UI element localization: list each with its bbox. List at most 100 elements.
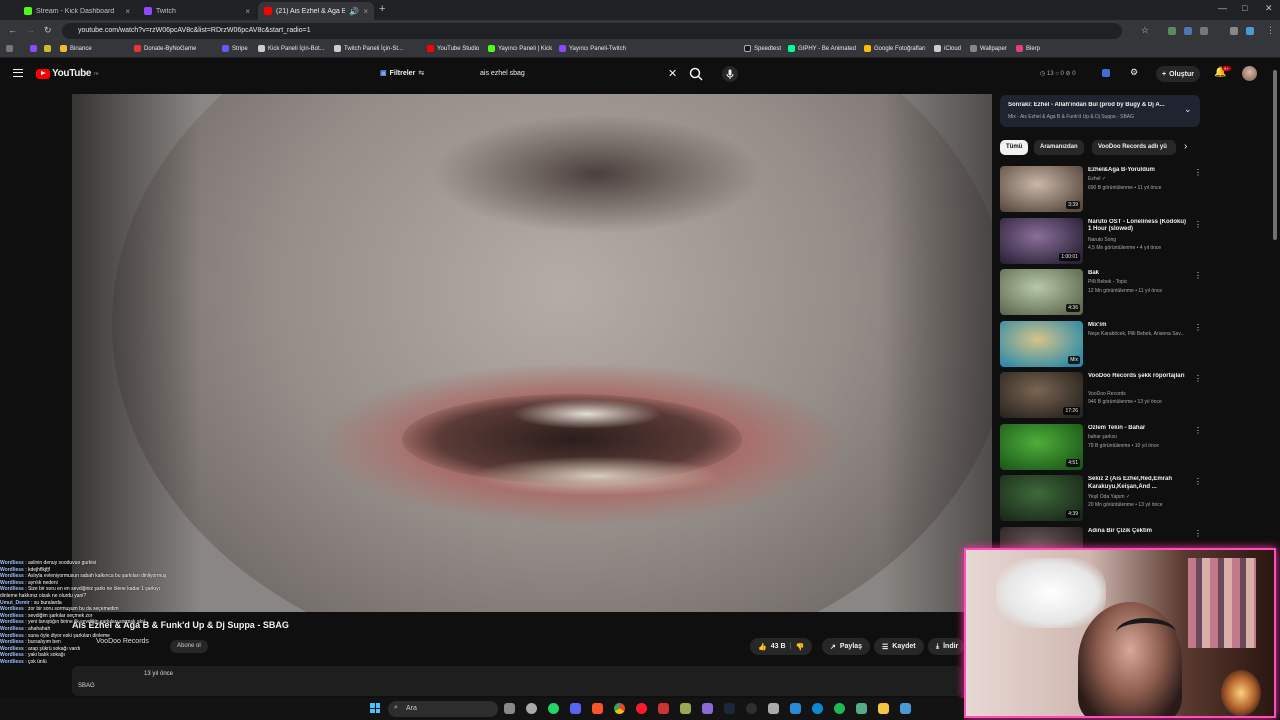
bookmark-twitch-panel[interactable]: Twitch Paneli İçin-St...	[334, 45, 403, 52]
cast-icon[interactable]	[1102, 69, 1110, 77]
steam-icon[interactable]	[724, 703, 735, 714]
close-icon[interactable]: ×	[245, 7, 250, 16]
close-window-button[interactable]: ✕	[1265, 3, 1273, 14]
video-title[interactable]: Naruto OST - Loneliness (Kodoku) 1 Hour …	[1088, 219, 1188, 234]
chip-all[interactable]: Tümü	[1000, 140, 1029, 155]
bookmark-giphy[interactable]: GIPHY - Be Animated	[788, 45, 856, 52]
settings-icon[interactable]: ⚙	[1130, 67, 1138, 78]
channel-name[interactable]: Yeşil Oda Yapım ✓	[1088, 494, 1130, 500]
microphone-icon[interactable]	[722, 66, 738, 82]
chevron-right-icon[interactable]: ›	[1184, 141, 1187, 152]
create-button[interactable]: + Oluştur	[1156, 66, 1200, 82]
maximize-button[interactable]: □	[1242, 3, 1247, 13]
video-thumbnail[interactable]: 4:51	[1000, 423, 1083, 470]
recommended-video[interactable]: 3:39 Ezhel&Aga B-Yoruldum Ezhel ✓ 690 B gör…	[1000, 166, 1202, 214]
back-button[interactable]: ←	[8, 25, 17, 35]
extension-icon[interactable]	[1200, 27, 1208, 35]
bookmark-stripe[interactable]: Stripe	[222, 45, 248, 52]
forward-button[interactable]: →	[26, 25, 35, 35]
whatsapp-icon[interactable]	[548, 703, 559, 714]
bookmark-wallpaper[interactable]: Wallpaper	[970, 45, 1007, 52]
speaker-icon[interactable]: 🔊	[349, 7, 359, 16]
channel-name[interactable]: Pilli Bebek - Topic	[1088, 279, 1127, 285]
url-input[interactable]: youtube.com/watch?v=rzW06pcAV8c&list=RDr…	[62, 23, 1122, 39]
chip-channel[interactable]: VooDoo Records adlı yü	[1092, 140, 1176, 155]
video-title[interactable]: Adına Bir Çizik Çektim	[1088, 528, 1188, 536]
channel-name[interactable]: Neşe Karaböcek, Pilli Bebek, Arianna Sav…	[1088, 331, 1185, 337]
bookmark-blerp[interactable]: Blerp	[1016, 45, 1040, 52]
reload-button[interactable]: ↻	[44, 25, 52, 36]
spotify-icon[interactable]	[834, 703, 845, 714]
more-options-icon[interactable]: ⋮	[1194, 529, 1202, 538]
menu-icon[interactable]: ⋮	[1266, 25, 1275, 36]
youtube-logo[interactable]: YouTube TR	[36, 68, 99, 79]
extension-icon[interactable]	[1168, 27, 1176, 35]
app-icon[interactable]	[658, 703, 669, 714]
more-options-icon[interactable]: ⋮	[1194, 271, 1202, 280]
edge-icon[interactable]	[812, 703, 823, 714]
minimize-button[interactable]: —	[1218, 3, 1227, 13]
bookmark-donate[interactable]: Donate-ByNoGame	[134, 45, 196, 52]
new-tab-button[interactable]: +	[379, 3, 385, 15]
recommended-video[interactable]: 4:51 Özlem Tekin - Bahar bahar şarkısı 79 B…	[1000, 423, 1202, 472]
tab-kick[interactable]: Stream - Kick Dashboard ×	[18, 2, 136, 20]
extension-icon[interactable]	[1246, 27, 1254, 35]
task-view-icon[interactable]	[504, 703, 515, 714]
download-button[interactable]: ⤓ İndir	[928, 638, 964, 655]
close-icon[interactable]: ×	[125, 7, 130, 16]
more-options-icon[interactable]: ⋮	[1194, 477, 1202, 486]
bookmark-icon[interactable]	[30, 45, 37, 52]
scrollbar[interactable]	[1273, 70, 1277, 240]
thumbs-down-icon[interactable]: 👎	[795, 643, 804, 651]
bookmark-twitch-panel-2[interactable]: Yayıncı Paneli-Twitch	[559, 45, 626, 52]
extension-icon[interactable]	[1184, 27, 1192, 35]
recommended-video[interactable]: 1:00:01 Naruto OST - Loneliness (Kodoku) …	[1000, 217, 1202, 266]
share-button[interactable]: ↗ Paylaş	[822, 638, 871, 655]
video-title[interactable]: Ezhel&Aga B-Yoruldum	[1088, 167, 1188, 175]
video-title[interactable]: Sekiz 2 (Ais Ezhel,Red,Emrah Karakuyu,Ke…	[1088, 476, 1188, 491]
video-title[interactable]: VooDoo Records şəkk röportajları	[1088, 373, 1188, 381]
menu-hamburger-icon[interactable]	[13, 69, 23, 77]
apps-icon[interactable]	[6, 45, 13, 52]
video-thumbnail[interactable]: 17:26	[1000, 372, 1083, 418]
channel-name[interactable]: Naruto Song	[1088, 237, 1116, 243]
app-icon[interactable]	[856, 703, 867, 714]
windows-start-icon[interactable]	[370, 703, 380, 713]
bookmark-icloud[interactable]: iCloud	[934, 45, 961, 52]
more-options-icon[interactable]: ⋮	[1194, 323, 1202, 332]
bookmark-icon[interactable]	[44, 45, 51, 52]
chip-from-search[interactable]: Aramanızdan	[1034, 140, 1084, 155]
app-icon[interactable]	[900, 703, 911, 714]
like-button[interactable]: 👍 43 B | 👎	[750, 638, 813, 655]
search-input[interactable]: ais ezhel sbag	[472, 65, 684, 83]
settings-icon[interactable]	[526, 703, 537, 714]
bookmark-kick-bot[interactable]: Kick Paneli İçin-Bot...	[258, 45, 325, 52]
video-thumbnail[interactable]: 4:39	[1000, 475, 1083, 521]
recommended-video[interactable]: 17:26 VooDoo Records şəkk röportajları Voo…	[1000, 372, 1202, 420]
discord-icon[interactable]	[570, 703, 581, 714]
more-options-icon[interactable]: ⋮	[1194, 426, 1202, 435]
more-options-icon[interactable]: ⋮	[1194, 168, 1202, 177]
save-button[interactable]: ☰ Kaydet	[874, 638, 924, 655]
channel-name[interactable]: Ezhel ✓	[1088, 176, 1106, 182]
app-icon[interactable]	[768, 703, 779, 714]
bookmark-kick-panel[interactable]: Yayıncı Paneli | Kick	[488, 45, 552, 52]
app-icon[interactable]	[790, 703, 801, 714]
extension-icon[interactable]	[1230, 27, 1238, 35]
video-thumbnail[interactable]: 4:36	[1000, 269, 1083, 315]
search-icon[interactable]	[688, 66, 704, 82]
brave-icon[interactable]	[592, 703, 603, 714]
video-player[interactable]	[72, 94, 992, 612]
filters-button[interactable]: ▣ Filtreler ⇆	[380, 69, 424, 78]
close-icon[interactable]: ×	[363, 7, 368, 16]
video-title[interactable]: Özlem Tekin - Bahar	[1088, 425, 1188, 433]
bookmark-star-icon[interactable]: ☆	[1141, 25, 1149, 36]
bookmark-youtube-studio[interactable]: YouTube Studio	[427, 45, 479, 52]
bookmark-google-photos[interactable]: Google Fotoğrafları	[864, 45, 926, 52]
channel-name[interactable]: bahar şarkısı	[1088, 434, 1117, 440]
more-options-icon[interactable]: ⋮	[1194, 374, 1202, 383]
channel-name[interactable]: VooDoo Records	[1088, 391, 1126, 397]
recommended-video[interactable]: Mix Mix'im Neşe Karaböcek, Pilli Bebek, Ar…	[1000, 320, 1202, 369]
clear-search-icon[interactable]: ✕	[668, 67, 677, 80]
recommended-video[interactable]: 4:36 Bak Pilli Bebek - Topic 12 Mn görüntül…	[1000, 269, 1202, 317]
